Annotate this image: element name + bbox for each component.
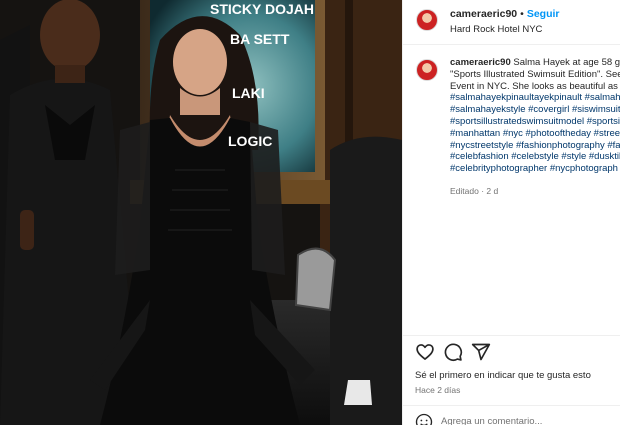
post-photo[interactable]: STICKY DOJAH BA SETT LAKI LOGIC [0,0,402,425]
caption-block: cameraeric90 Salma Hayek at age 58 gra "… [403,55,620,200]
poster-line-3: LAKI [232,85,265,101]
author-line: cameraeric90 • Seguir [450,8,560,20]
caption-line: Event in NYC. She looks as beautiful as … [450,80,620,92]
caption-text: cameraeric90 Salma Hayek at age 58 gra "… [450,57,620,175]
photo-scene: STICKY DOJAH BA SETT LAKI LOGIC [0,0,402,425]
hashtag-line[interactable]: #salmahayekstyle #covergirl #siswimsuit [450,104,620,116]
caption-line-text: Salma Hayek at age 58 gra [513,57,620,68]
caption-username[interactable]: cameraeric90 [450,57,511,68]
poster-line-4: LOGIC [228,133,272,149]
hashtag-line[interactable]: #nycstreetstyle #fashionphotography #fa [450,140,620,152]
author-username[interactable]: cameraeric90 [450,8,517,20]
caption-meta: Editado · 2 d [450,186,499,196]
comment-icon[interactable] [443,342,463,362]
post-header: cameraeric90 • Seguir Hard Rock Hotel NYC [403,0,620,45]
hashtag-line[interactable]: #manhattan #nyc #photooftheday #stree [450,128,620,140]
emoji-icon[interactable] [415,413,433,425]
follow-button[interactable]: Seguir [527,8,560,20]
author-avatar[interactable] [416,9,438,31]
likes-line: Sé el primero en indicar que te gusta es… [415,370,591,381]
comment-bar [403,405,620,425]
hashtag-line[interactable]: #celebrityphotographer #nycphotograph [450,163,620,175]
post-info-panel: cameraeric90 • Seguir Hard Rock Hotel NYC … [402,0,620,425]
hashtag-line[interactable]: #celebfashion #celebstyle #style #duskti… [450,151,620,163]
separator-dot: • [520,8,524,20]
heart-icon[interactable] [415,342,435,362]
hashtag-line[interactable]: #sportsillustratedswimsuitmodel #sportsi [450,116,620,128]
caption-line: "Sports Illustrated Swimsuit Edition". S… [450,68,620,80]
post-time[interactable]: Hace 2 días [415,385,460,395]
caption-avatar[interactable] [416,59,438,81]
first-to-like-text[interactable]: Sé el primero en indicar que te gusta es… [415,370,591,381]
poster-line-2: BA SETT [230,31,290,47]
hashtag-line[interactable]: #salmahayekpinaultayekpinault #salmaha [450,92,620,104]
poster-line-1: STICKY DOJAH [210,1,314,17]
caption-line: cameraeric90 Salma Hayek at age 58 gra [450,57,620,69]
post-location[interactable]: Hard Rock Hotel NYC [450,24,542,35]
share-icon[interactable] [471,342,491,362]
comment-input[interactable] [441,414,611,425]
